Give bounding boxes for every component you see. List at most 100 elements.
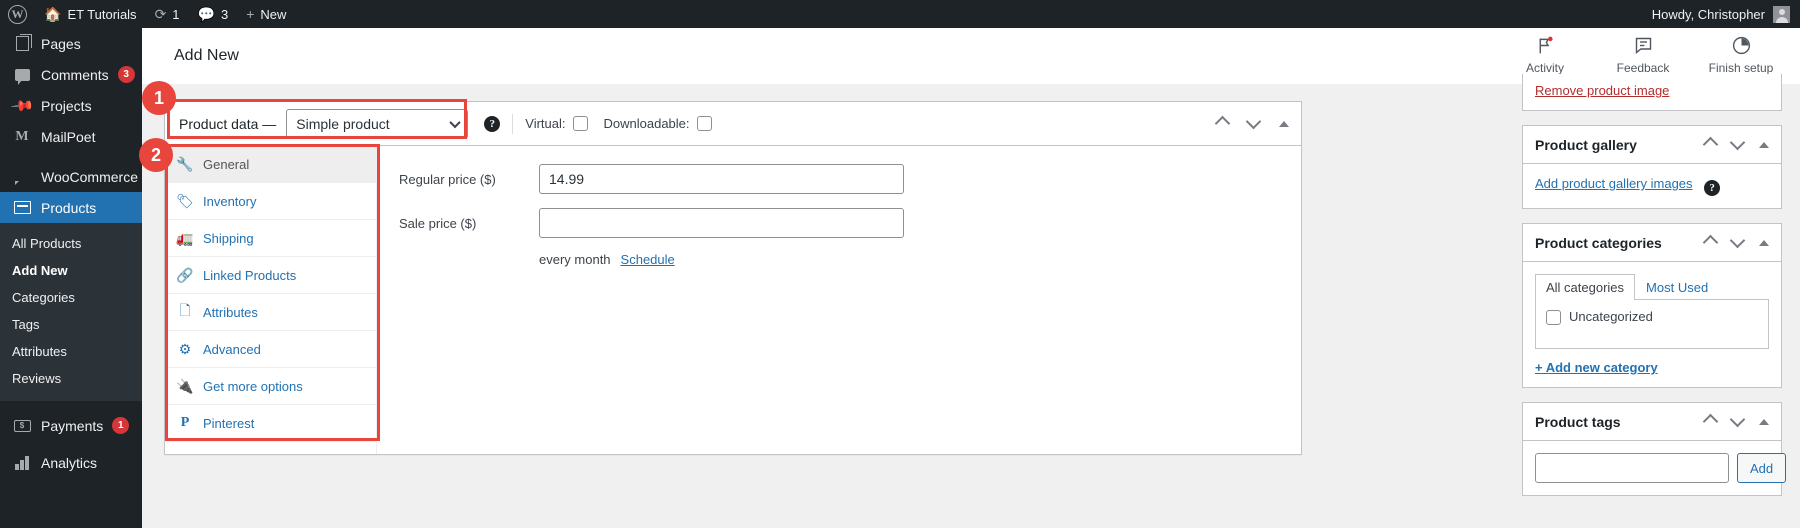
product-type-select[interactable]: Simple product (286, 108, 469, 139)
feedback-label: Feedback (1616, 61, 1670, 75)
annotation-badge-1: 1 (142, 81, 176, 115)
sidebar-item-products[interactable]: Products (0, 192, 142, 223)
add-tag-button[interactable]: Add (1737, 453, 1787, 483)
tab-get-more-options-label: Get more options (203, 378, 303, 394)
general-panel: Regular price ($) Sale price ($) every m… (377, 146, 1301, 454)
avatar[interactable] (1773, 5, 1790, 23)
tab-advanced[interactable]: ⚙ Advanced (165, 331, 376, 368)
product-tag-input[interactable] (1535, 453, 1729, 483)
tab-inventory-label: Inventory (203, 193, 257, 209)
updates-count: 1 (172, 6, 180, 22)
wordpress-logo-icon[interactable]: W (0, 0, 35, 28)
move-up-icon[interactable] (1214, 115, 1231, 132)
tab-shipping-label: Shipping (203, 230, 254, 246)
product-categories-body: All categories Most Used Uncategorized +… (1523, 262, 1781, 387)
submenu-item-categories[interactable]: Categories (0, 284, 142, 311)
sidebar-item-woocommerce[interactable]: WOO WooCommerce (0, 161, 142, 192)
clock-pie-icon (1731, 33, 1752, 57)
sidebar-item-comments[interactable]: Comments 3 (0, 59, 142, 90)
main-content-area: Add New Activity Feedback Finish setup P… (142, 28, 1800, 528)
categories-order-controls (1702, 232, 1769, 251)
product-categories-title: Product categories (1535, 234, 1662, 251)
tab-inventory[interactable]: 🏷 Inventory (165, 183, 376, 220)
site-name-menu[interactable]: 🏠 ET Tutorials (35, 0, 146, 28)
virtual-checkbox[interactable] (572, 116, 588, 131)
submenu-item-add-new[interactable]: Add New (0, 257, 142, 284)
downloadable-checkbox-field[interactable]: Downloadable: (604, 116, 712, 131)
money-icon: $ (12, 416, 32, 436)
home-icon: 🏠 (44, 6, 62, 22)
product-tags-title: Product tags (1535, 413, 1621, 430)
tab-shipping[interactable]: 🚛 Shipping (165, 220, 376, 257)
submenu-item-attributes[interactable]: Attributes (0, 338, 142, 365)
toggle-panel-icon[interactable] (1759, 418, 1769, 425)
woocommerce-header-actions: Activity Feedback Finish setup (1512, 33, 1774, 75)
tab-all-categories[interactable]: All categories (1535, 274, 1636, 300)
sidebar-item-mailpoet[interactable]: M MailPoet (0, 121, 142, 152)
move-up-icon[interactable] (1702, 234, 1719, 251)
sidebar-item-pages[interactable]: Pages (0, 28, 142, 59)
woo-icon: WOO (11, 171, 33, 185)
tab-pinterest[interactable]: P Pinterest (165, 405, 376, 442)
sidebar-item-payments[interactable]: $ Payments 1 (0, 410, 142, 441)
new-content-menu[interactable]: + New (237, 0, 295, 28)
move-down-icon[interactable] (1729, 411, 1746, 427)
schedule-link[interactable]: Schedule (621, 252, 675, 267)
toggle-panel-icon[interactable] (1279, 120, 1289, 127)
feedback-button[interactable]: Feedback (1610, 33, 1676, 75)
toggle-panel-icon[interactable] (1759, 239, 1769, 246)
tab-advanced-label: Advanced (203, 341, 261, 357)
finish-setup-button[interactable]: Finish setup (1708, 33, 1774, 75)
submenu-item-all-products[interactable]: All Products (0, 230, 142, 257)
activity-label: Activity (1525, 61, 1564, 75)
move-down-icon[interactable] (1729, 134, 1746, 150)
product-gallery-metabox: Product gallery Add product gallery imag… (1522, 125, 1782, 209)
regular-price-input[interactable] (539, 164, 904, 194)
tab-attributes[interactable]: 🗋 Attributes (165, 294, 376, 331)
activity-button[interactable]: Activity (1512, 33, 1578, 75)
add-product-gallery-images-link[interactable]: Add product gallery images (1535, 176, 1693, 191)
comments-indicator[interactable]: 💬 3 (189, 0, 238, 28)
question-mark-icon[interactable]: ? (1704, 180, 1721, 196)
tab-linked-products[interactable]: 🔗 Linked Products (165, 257, 376, 294)
sidebar-item-projects[interactable]: 📌 Projects (0, 90, 142, 121)
pages-icon (12, 34, 32, 54)
submenu-item-tags[interactable]: Tags (0, 311, 142, 338)
comment-icon: 💬 (197, 6, 215, 22)
tag-input-row: Add (1535, 453, 1787, 483)
pin-icon: 📌 (9, 93, 35, 119)
products-icon (12, 198, 32, 218)
howdy-label[interactable]: Howdy, Christopher (1652, 7, 1773, 22)
header-divider (512, 113, 514, 134)
tag-icon: 🏷 (176, 192, 194, 209)
tab-general-label: General (203, 156, 250, 172)
move-down-icon[interactable] (1729, 232, 1746, 248)
uncategorized-checkbox[interactable] (1546, 310, 1561, 325)
move-up-icon[interactable] (1702, 413, 1719, 430)
tab-general[interactable]: 🔧 General (165, 146, 376, 183)
virtual-checkbox-field[interactable]: Virtual: (525, 116, 588, 131)
tab-get-more-options[interactable]: 🔌 Get more options (165, 368, 376, 405)
product-tags-metabox: Product tags Add (1522, 402, 1787, 496)
add-new-category-link[interactable]: + Add new category (1535, 360, 1769, 375)
product-data-metabox: Product data — Simple product ? Virtual:… (164, 101, 1302, 455)
toggle-panel-icon[interactable] (1759, 141, 1769, 148)
submenu-item-reviews[interactable]: Reviews (0, 365, 142, 392)
admin-bar: W 🏠 ET Tutorials ⟳ 1 💬 3 + New Howdy, Ch… (0, 0, 1800, 28)
downloadable-checkbox[interactable] (696, 116, 712, 131)
question-mark-icon[interactable]: ? (484, 115, 501, 132)
tab-most-used[interactable]: Most Used (1635, 274, 1719, 300)
sidebar-item-analytics[interactable]: Analytics (0, 447, 142, 478)
product-image-metabox: Remove product image (1522, 74, 1782, 111)
sale-price-input[interactable] (539, 208, 904, 238)
payments-count-badge: 1 (112, 417, 130, 434)
move-down-icon[interactable] (1245, 113, 1262, 129)
comments-count: 3 (220, 6, 229, 22)
gear-icon: ⚙ (178, 340, 192, 357)
finish-setup-label: Finish setup (1708, 61, 1774, 75)
updates-indicator[interactable]: ⟳ 1 (146, 0, 189, 28)
side-metabox-column: Remove product image Product gallery Add… (1522, 74, 1787, 510)
page-title: Add New (174, 46, 239, 64)
remove-product-image-link[interactable]: Remove product image (1535, 83, 1669, 98)
move-up-icon[interactable] (1702, 136, 1719, 153)
